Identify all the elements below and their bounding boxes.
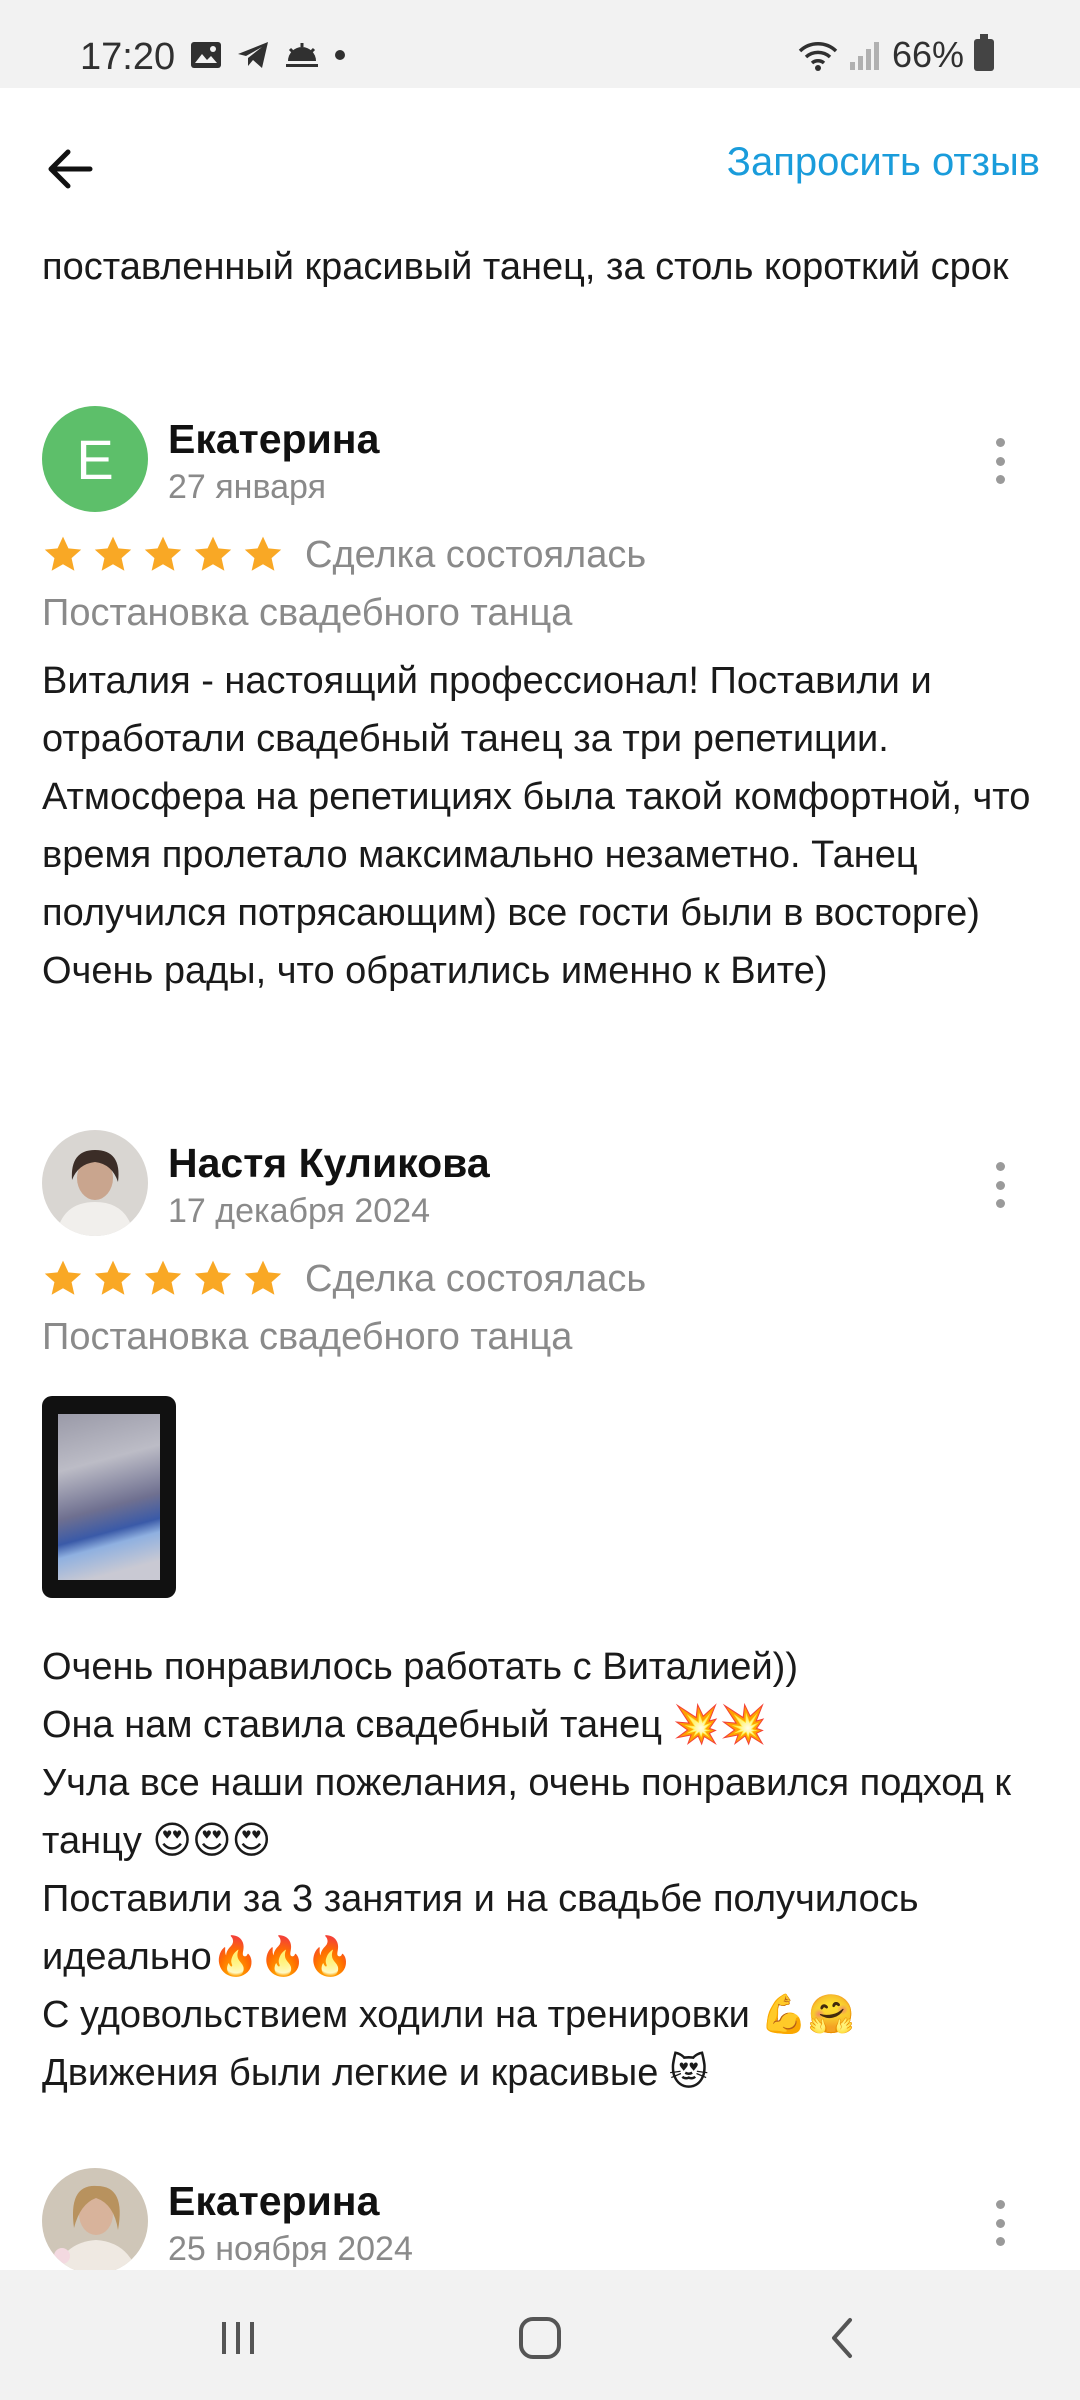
- star-icon: [194, 1260, 232, 1295]
- deal-status: Сделка состоялась: [305, 534, 647, 576]
- avatar[interactable]: [42, 2168, 148, 2270]
- system-back-button[interactable]: [814, 2308, 874, 2368]
- star-icon: [94, 1260, 132, 1295]
- status-bar: 17:20 66%: [0, 0, 1080, 88]
- gallery-icon: [191, 42, 221, 68]
- star-icon: [194, 536, 232, 571]
- previous-review-text: поставленный красивый танец, за столь ко…: [42, 246, 1009, 288]
- home-icon: [519, 2317, 561, 2359]
- photo-image: [58, 1414, 160, 1580]
- review-text: Очень понравилось работать с Виталией)) …: [42, 1646, 1011, 2094]
- home-button[interactable]: [510, 2308, 570, 2368]
- star-icon: [44, 1260, 82, 1295]
- status-time: 17:20: [80, 36, 176, 78]
- request-review-link[interactable]: Запросить отзыв: [727, 140, 1040, 185]
- review-author[interactable]: Екатерина: [168, 2178, 379, 2225]
- service-name: Постановка свадебного танца: [42, 1316, 573, 1358]
- rating-stars: [42, 1258, 284, 1300]
- deal-status: Сделка состоялась: [305, 1258, 647, 1300]
- review-author[interactable]: Екатерина: [168, 416, 379, 463]
- user-photo: [42, 1130, 148, 1236]
- system-status: 66%: [798, 34, 994, 76]
- reviews-list[interactable]: поставленный красивый танец, за столь ко…: [0, 238, 1080, 2270]
- signal-icon: [849, 42, 879, 70]
- more-options-button[interactable]: [990, 1162, 1010, 1208]
- recents-icon: [222, 2322, 254, 2354]
- star-icon: [144, 1260, 182, 1295]
- star-icon: [244, 1260, 282, 1295]
- star-icon: [244, 536, 282, 571]
- arrow-left-icon: [48, 149, 93, 189]
- chevron-left-icon: [832, 2318, 852, 2358]
- review-date: 27 января: [168, 468, 326, 506]
- dot-icon: [335, 50, 345, 60]
- star-icon: [44, 536, 82, 571]
- star-icon: [144, 536, 182, 571]
- review-text: Виталия - настоящий профессионал! Постав…: [42, 660, 1031, 992]
- avatar[interactable]: Е: [42, 406, 148, 512]
- top-app-bar: Запросить отзыв: [0, 88, 1080, 238]
- more-options-button[interactable]: [990, 438, 1010, 484]
- review-date: 25 ноября 2024: [168, 2230, 413, 2268]
- review-photo-thumbnail[interactable]: [42, 1396, 176, 1598]
- battery-level: 66%: [891, 34, 964, 75]
- service-name: Постановка свадебного танца: [42, 592, 573, 634]
- star-icon: [94, 536, 132, 571]
- review-author[interactable]: Настя Куликова: [168, 1140, 490, 1187]
- more-options-button[interactable]: [990, 2200, 1010, 2246]
- notification-icons: [190, 40, 346, 70]
- weather-icon: [286, 43, 318, 67]
- wifi-icon: [798, 42, 838, 71]
- battery-icon: [974, 34, 994, 71]
- system-navigation-bar: [0, 2270, 1080, 2400]
- review-date: 17 декабря 2024: [168, 1192, 431, 1230]
- back-button[interactable]: [40, 136, 106, 202]
- avatar[interactable]: [42, 1130, 148, 1236]
- telegram-icon: [238, 42, 268, 68]
- rating-stars: [42, 534, 284, 576]
- user-photo: [42, 2168, 148, 2270]
- recent-apps-button[interactable]: [208, 2308, 268, 2368]
